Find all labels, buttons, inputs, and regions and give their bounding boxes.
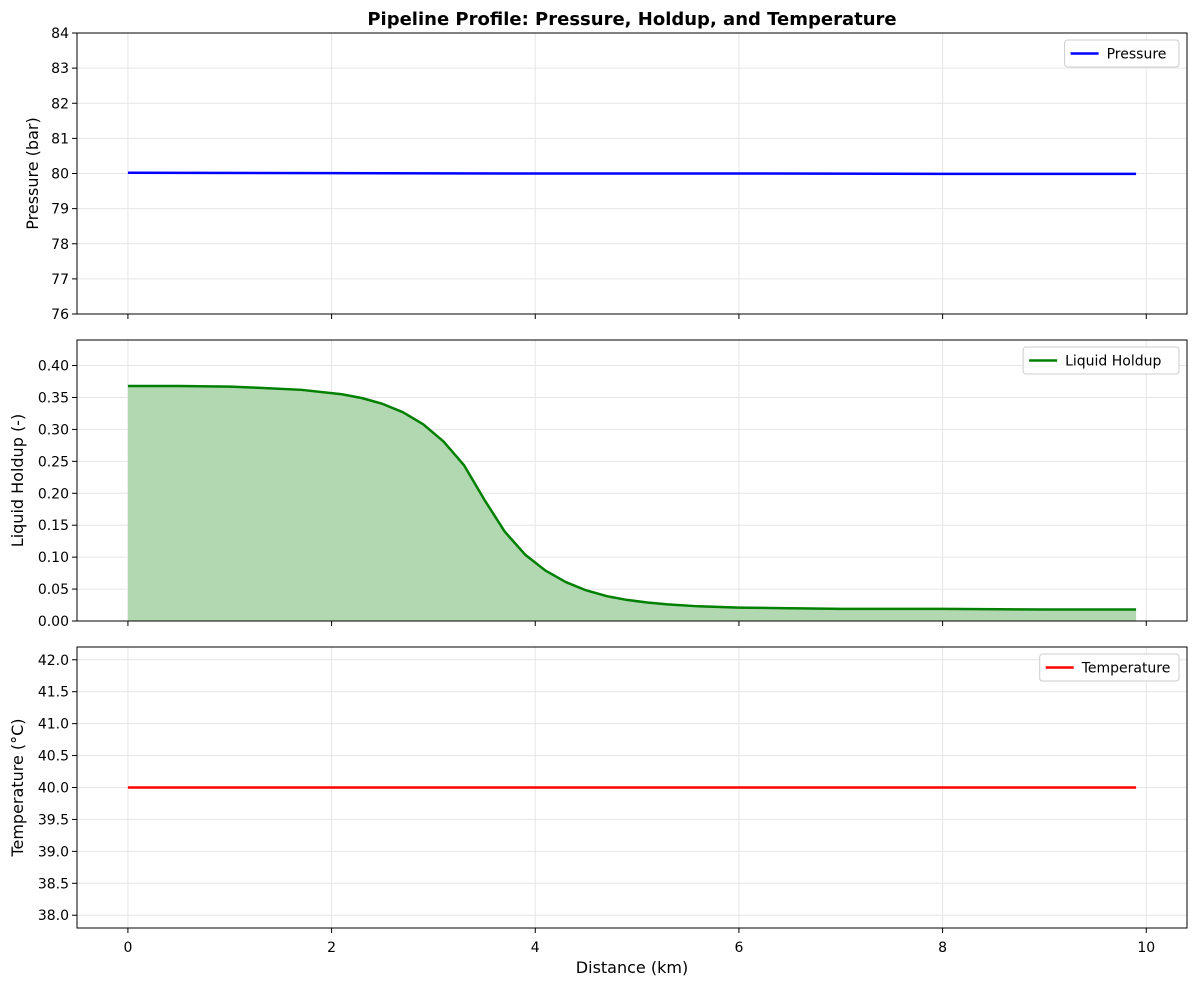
pipeline-profile-figure: Pipeline Profile: Pressure, Holdup, and … <box>8 9 1188 977</box>
temperature-ytick-label-8: 42.0 <box>38 653 69 669</box>
figure-title: Pipeline Profile: Pressure, Holdup, and … <box>367 9 896 30</box>
temperature-ytick-label-7: 41.5 <box>38 685 69 701</box>
temperature-ylabel: Temperature (°C) <box>8 718 27 857</box>
temperature-legend: Temperature <box>1039 653 1180 682</box>
pressure-ylabel: Pressure (bar) <box>23 117 42 229</box>
pressure-ytick-label-1: 77 <box>51 272 69 288</box>
holdup-ylabel: Liquid Holdup (-) <box>8 414 27 547</box>
temperature-xlabel: Distance (km) <box>576 958 688 977</box>
holdup-ytick-label-4: 0.20 <box>38 486 69 502</box>
pressure-ytick-label-6: 82 <box>51 96 69 112</box>
pressure-ytick-label-4: 80 <box>51 167 69 183</box>
holdup-ytick-label-6: 0.30 <box>38 422 69 438</box>
temperature-xtick-label-1: 2 <box>327 940 336 956</box>
temperature-ytick-label-5: 40.5 <box>38 749 69 765</box>
pressure-ytick-label-0: 76 <box>51 307 69 323</box>
temperature-xtick-label-2: 4 <box>531 940 540 956</box>
temperature-xtick-label-4: 8 <box>938 940 947 956</box>
holdup-ytick-label-0: 0.00 <box>38 614 69 630</box>
pressure-ytick-label-7: 83 <box>51 61 69 77</box>
temperature-xtick-label-5: 10 <box>1137 940 1155 956</box>
temperature-ytick-label-3: 39.5 <box>38 812 69 828</box>
pressure-series-line <box>127 171 1137 176</box>
temperature-panel: 38.0 38.5 39.0 39.5 40.0 40.5 41.0 41.5 42.0 0 2 4 6… <box>8 646 1188 977</box>
temperature-ytick-label-1: 38.5 <box>38 876 69 892</box>
pressure-legend-label: Pressure <box>1107 47 1167 63</box>
holdup-ytick-label-2: 0.10 <box>38 550 69 566</box>
holdup-ytick-label-8: 0.40 <box>38 359 69 375</box>
temperature-xtick-label-3: 6 <box>734 940 743 956</box>
temperature-ytick-label-6: 41.0 <box>38 717 69 733</box>
temperature-ytick-label-2: 39.0 <box>38 844 69 860</box>
holdup-panel: 0.00 0.05 0.10 0.15 0.20 0.25 0.30 0.35 0.40 Liqu… <box>8 339 1188 630</box>
holdup-ytick-label-7: 0.35 <box>38 390 69 406</box>
holdup-ytick-label-5: 0.25 <box>38 454 69 470</box>
holdup-ytick-label-3: 0.15 <box>38 518 69 534</box>
holdup-legend-label: Liquid Holdup <box>1065 354 1161 370</box>
pressure-ytick-label-3: 79 <box>51 202 69 218</box>
temperature-legend-label: Temperature <box>1081 661 1171 677</box>
holdup-legend: Liquid Holdup <box>1022 346 1180 375</box>
holdup-area-fill <box>127 385 1137 621</box>
pressure-panel: 76 77 78 79 80 81 82 83 84 Pressure (bar) Pressure <box>23 26 1188 323</box>
pressure-ytick-label-2: 78 <box>51 237 69 253</box>
temperature-xtick-label-0: 0 <box>123 940 132 956</box>
temperature-ytick-label-0: 38.0 <box>38 908 69 924</box>
pressure-legend: Pressure <box>1064 39 1180 68</box>
pressure-ytick-label-5: 81 <box>51 131 69 147</box>
temperature-ytick-label-4: 40.0 <box>38 781 69 797</box>
holdup-ytick-label-1: 0.05 <box>38 582 69 598</box>
pressure-ytick-label-8: 84 <box>51 26 69 42</box>
